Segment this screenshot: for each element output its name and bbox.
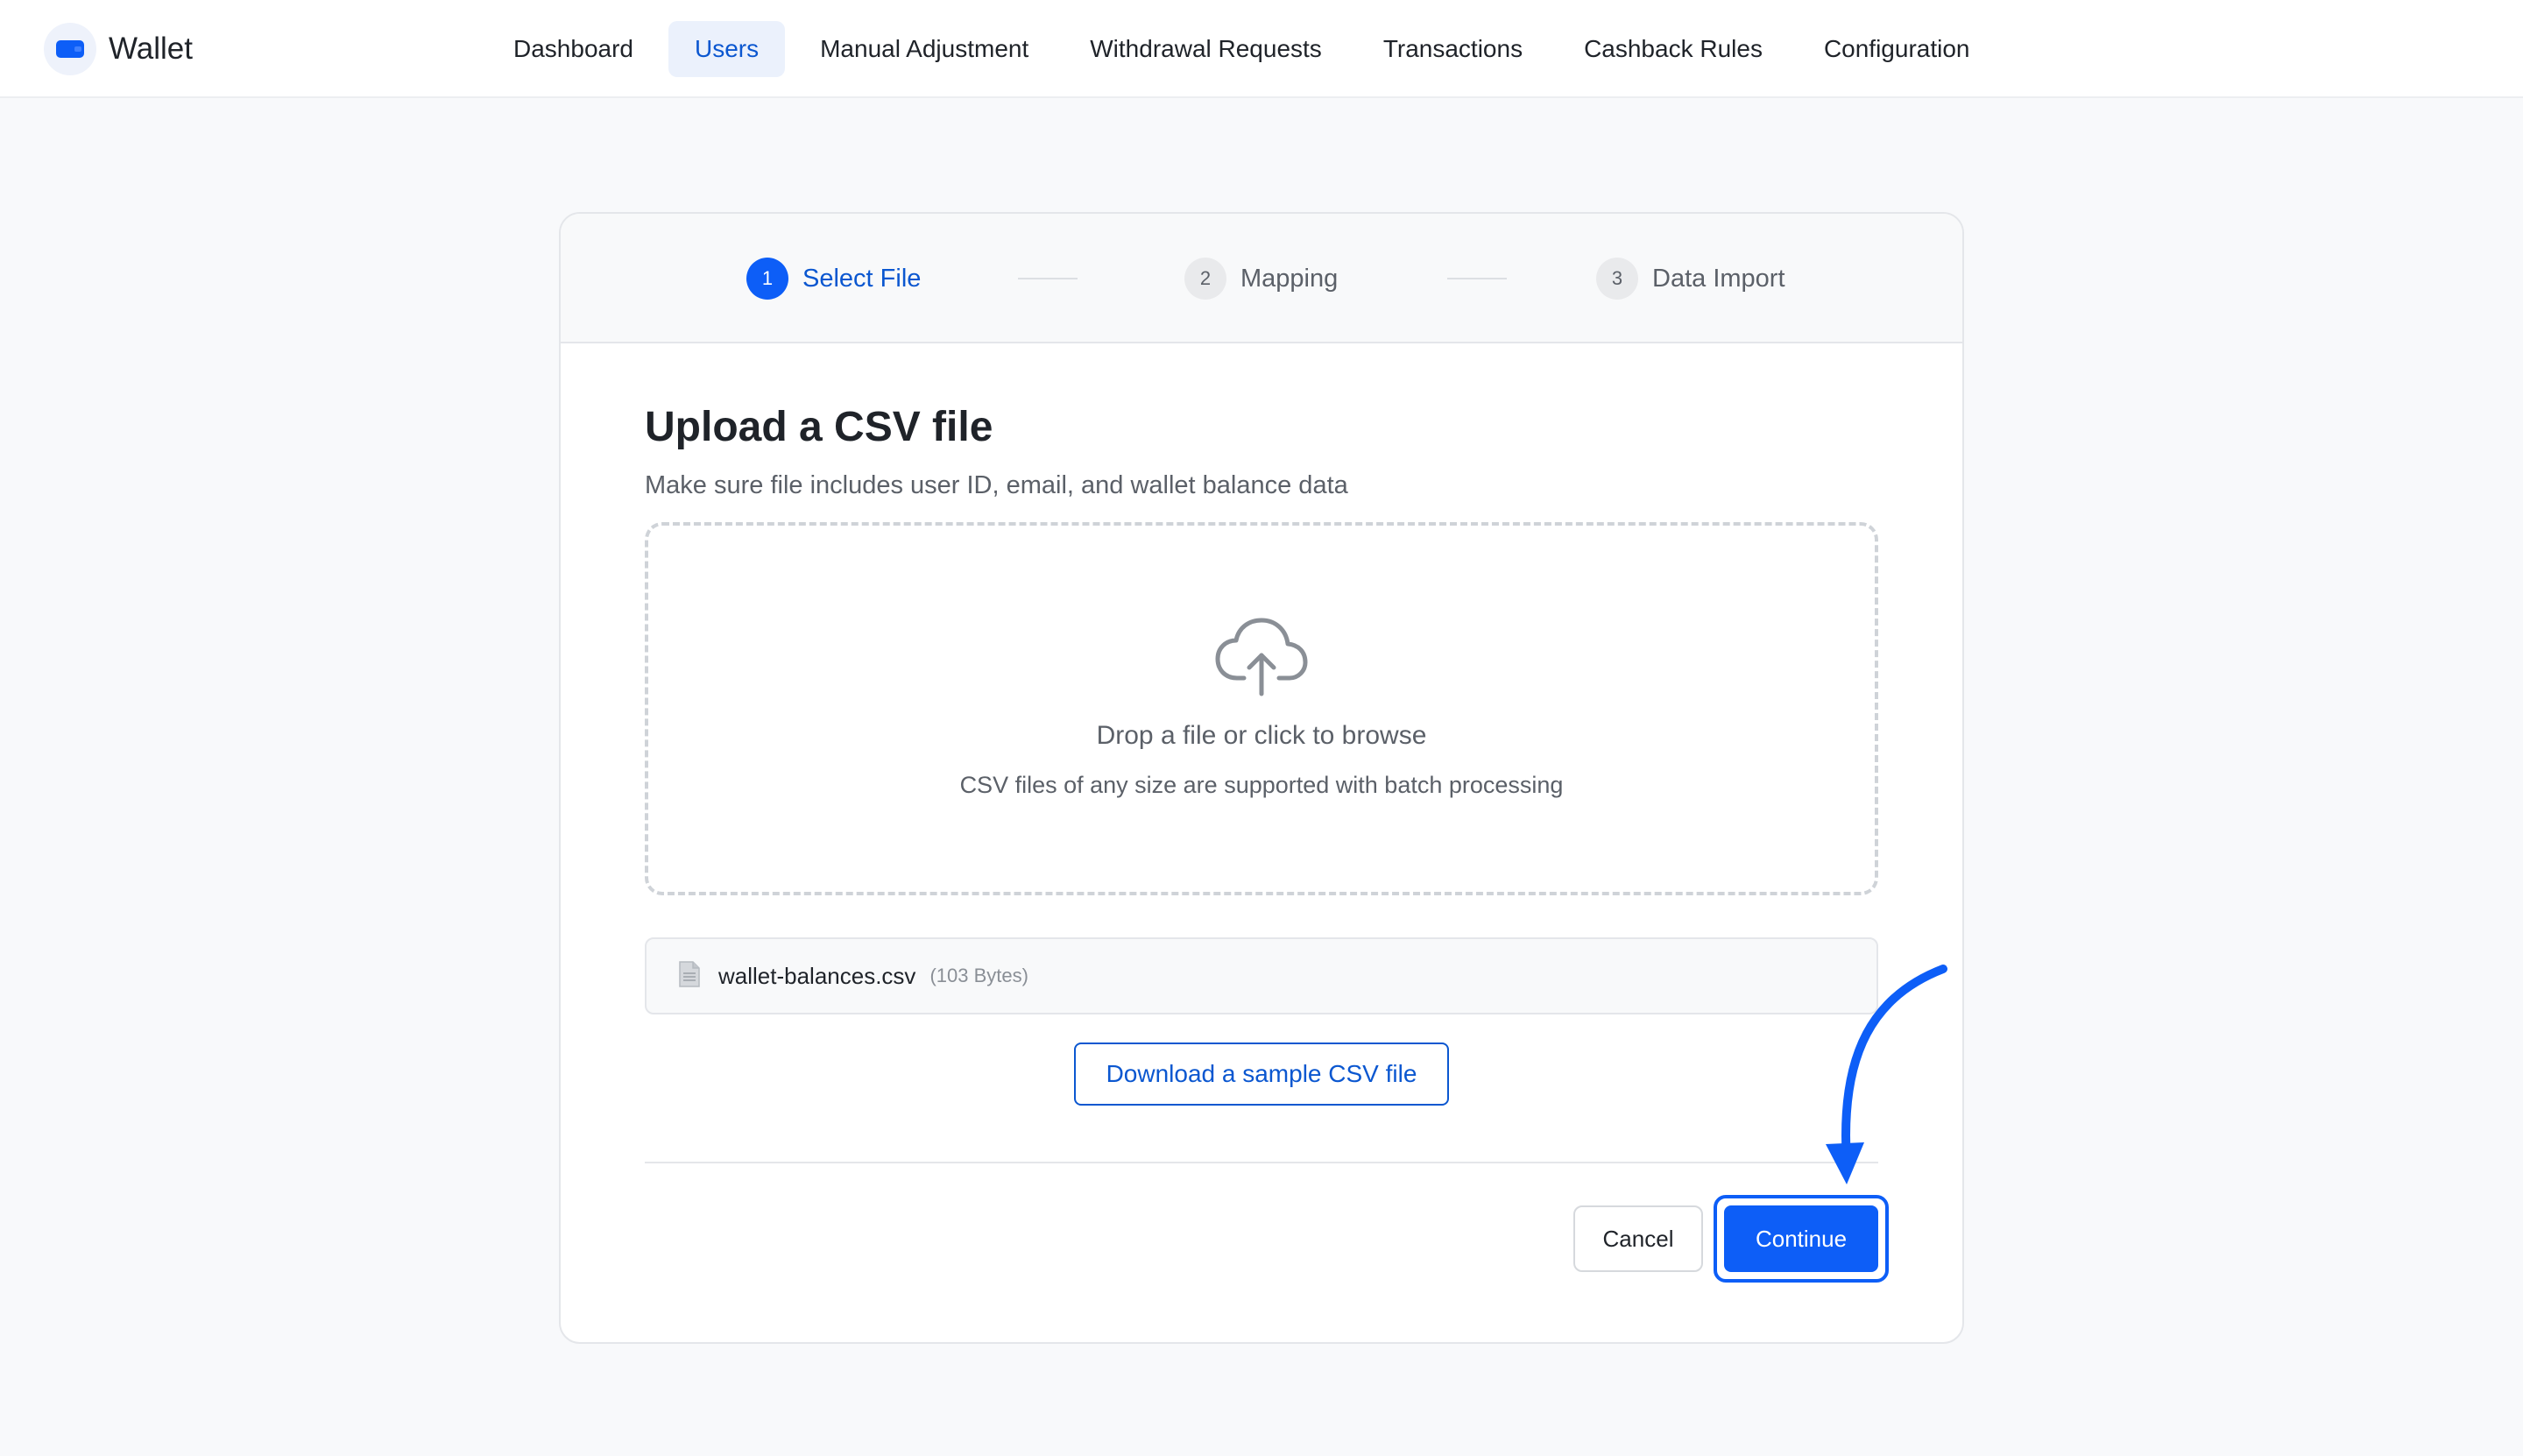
step-number: 2 bbox=[1184, 258, 1226, 300]
cloud-upload-icon bbox=[1214, 617, 1309, 702]
nav-item-configuration[interactable]: Configuration bbox=[1798, 21, 1996, 77]
actions-divider bbox=[645, 1162, 1878, 1163]
brand[interactable]: Wallet bbox=[44, 23, 193, 75]
document-icon bbox=[678, 960, 701, 993]
file-dropzone[interactable]: Drop a file or click to browse CSV files… bbox=[645, 522, 1878, 895]
arrow-annotation-icon bbox=[1752, 955, 1962, 1196]
nav-item-manual-adjustment[interactable]: Manual Adjustment bbox=[794, 21, 1055, 77]
nav-item-withdrawal-requests[interactable]: Withdrawal Requests bbox=[1064, 21, 1348, 77]
wallet-icon bbox=[44, 23, 96, 75]
nav-item-transactions[interactable]: Transactions bbox=[1357, 21, 1549, 77]
dropzone-subtitle: CSV files of any size are supported with… bbox=[959, 772, 1564, 798]
nav-item-dashboard[interactable]: Dashboard bbox=[487, 21, 660, 77]
nav-item-users[interactable]: Users bbox=[668, 21, 786, 77]
file-name: wallet-balances.csv bbox=[718, 962, 916, 989]
download-sample-button[interactable]: Download a sample CSV file bbox=[1074, 1043, 1449, 1106]
page-title: Upload a CSV file bbox=[645, 404, 993, 450]
page-subtitle: Make sure file includes user ID, email, … bbox=[645, 471, 1348, 499]
top-navbar: Wallet Dashboard Users Manual Adjustment… bbox=[0, 0, 2523, 98]
nav-item-cashback-rules[interactable]: Cashback Rules bbox=[1558, 21, 1789, 77]
selected-file: wallet-balances.csv (103 Bytes) bbox=[645, 937, 1878, 1014]
step-connector bbox=[1018, 278, 1078, 279]
step-label: Select File bbox=[802, 264, 922, 293]
app-name: Wallet bbox=[109, 32, 193, 66]
stepper: 1 Select File 2 Mapping 3 Data Import bbox=[561, 214, 1962, 343]
step-select-file: 1 Select File bbox=[746, 258, 921, 300]
step-number: 3 bbox=[1596, 258, 1638, 300]
step-connector bbox=[1447, 278, 1507, 279]
step-label: Mapping bbox=[1240, 264, 1339, 293]
step-label: Data Import bbox=[1652, 264, 1785, 293]
dropzone-title: Drop a file or click to browse bbox=[1096, 721, 1427, 750]
continue-button[interactable]: Continue bbox=[1724, 1205, 1878, 1272]
step-mapping: 2 Mapping bbox=[1184, 258, 1338, 300]
main-nav: Dashboard Users Manual Adjustment Withdr… bbox=[487, 21, 2005, 77]
cancel-button[interactable]: Cancel bbox=[1573, 1205, 1703, 1272]
file-size: (103 Bytes) bbox=[929, 965, 1028, 986]
step-data-import: 3 Data Import bbox=[1596, 258, 1785, 300]
step-number: 1 bbox=[746, 258, 788, 300]
